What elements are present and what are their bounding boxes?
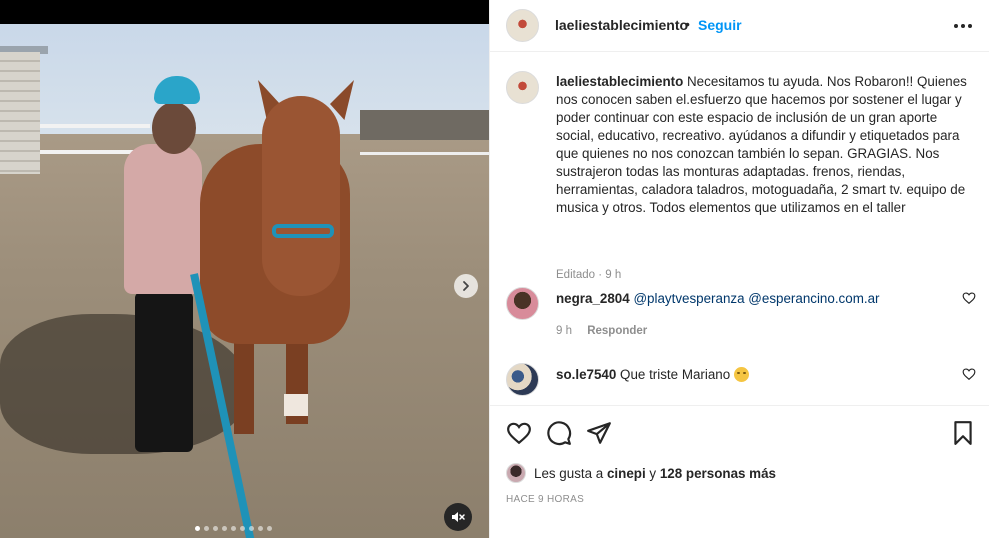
author-avatar[interactable] bbox=[506, 9, 539, 42]
carousel-dot bbox=[213, 526, 218, 531]
carousel-dot bbox=[267, 526, 272, 531]
carousel-dot bbox=[249, 526, 254, 531]
post-media-video[interactable] bbox=[0, 24, 489, 538]
heart-icon[interactable] bbox=[506, 420, 532, 446]
comment-text: negra_2804 @playtvesperanza @esperancino… bbox=[556, 291, 879, 306]
commenter-avatar[interactable] bbox=[506, 363, 539, 396]
share-icon[interactable] bbox=[586, 420, 612, 446]
media-shed bbox=[0, 52, 40, 174]
bookmark-icon[interactable] bbox=[950, 420, 976, 446]
more-icon bbox=[961, 24, 965, 28]
caption-meta: Editado · 9 h bbox=[556, 269, 621, 281]
separator-dot: • bbox=[685, 16, 690, 32]
liker-avatar[interactable] bbox=[506, 463, 526, 483]
carousel-dot bbox=[240, 526, 245, 531]
media-halter bbox=[272, 224, 334, 238]
comments-list[interactable]: laeliestablecimiento Necesitamos tu ayud… bbox=[490, 53, 989, 405]
comment-text: so.le7540 Que triste Mariano bbox=[556, 367, 749, 382]
more-options-button[interactable] bbox=[952, 16, 974, 36]
chevron-right-icon bbox=[463, 281, 469, 291]
comment-body: Que triste Mariano bbox=[620, 367, 731, 382]
comment-item: negra_2804 @playtvesperanza @esperancino… bbox=[506, 287, 976, 337]
meta-dot: · bbox=[598, 269, 603, 281]
media-horse-head bbox=[262, 96, 340, 296]
comment-like-heart-icon[interactable] bbox=[962, 367, 976, 381]
likes-prefix: Les gusta a bbox=[534, 465, 604, 481]
reply-button[interactable]: Responder bbox=[587, 325, 647, 337]
comment-icon[interactable] bbox=[546, 420, 572, 446]
likes-conj: y bbox=[649, 465, 657, 481]
post-actions: Les gusta a cinepi y 128 personas más HA… bbox=[490, 405, 989, 538]
edited-label: Editado bbox=[556, 269, 596, 281]
speaker-muted-icon bbox=[452, 512, 465, 522]
caption-time[interactable]: 9 h bbox=[605, 269, 621, 281]
media-fence-right bbox=[360, 152, 489, 168]
caption-author-avatar[interactable] bbox=[506, 71, 539, 104]
author-username[interactable]: laeliestablecimiento bbox=[555, 17, 688, 33]
media-building bbox=[360, 110, 489, 140]
media-horse-sock bbox=[284, 394, 308, 416]
carousel-dot bbox=[231, 526, 236, 531]
caption-text: laeliestablecimiento Necesitamos tu ayud… bbox=[556, 73, 976, 217]
caption-body: Necesitamos tu ayuda. Nos Robaron!! Quie… bbox=[556, 74, 967, 215]
carousel-dot bbox=[195, 526, 200, 531]
likes-others[interactable]: 128 personas más bbox=[660, 466, 776, 481]
comment-meta: 9 h Responder bbox=[556, 325, 647, 337]
commenter-avatar[interactable] bbox=[506, 287, 539, 320]
comment-time[interactable]: 9 h bbox=[556, 325, 572, 337]
sad-face-emoji-icon bbox=[733, 367, 749, 382]
liker-username[interactable]: cinepi bbox=[607, 466, 646, 481]
media-person-legs bbox=[135, 292, 193, 452]
comment-like-heart-icon[interactable] bbox=[962, 291, 976, 305]
more-icon bbox=[954, 24, 958, 28]
media-person-body bbox=[124, 144, 202, 294]
likes-summary[interactable]: Les gusta a cinepi y 128 personas más bbox=[506, 462, 776, 484]
comment-username[interactable]: negra_2804 bbox=[556, 291, 630, 306]
carousel-dot bbox=[222, 526, 227, 531]
carousel-dot bbox=[204, 526, 209, 531]
mute-button[interactable] bbox=[444, 503, 472, 531]
comment-item: so.le7540 Que triste Mariano bbox=[506, 363, 976, 405]
carousel-next-button[interactable] bbox=[454, 274, 478, 298]
carousel-dot bbox=[258, 526, 263, 531]
more-icon bbox=[968, 24, 972, 28]
caption-username[interactable]: laeliestablecimiento bbox=[556, 74, 683, 89]
media-person-head bbox=[152, 102, 196, 154]
comment-mention[interactable]: @esperancino.com.ar bbox=[748, 291, 879, 306]
comment-username[interactable]: so.le7540 bbox=[556, 367, 616, 382]
comment-mention[interactable]: @playtvesperanza bbox=[633, 291, 744, 306]
post-time-ago[interactable]: HACE 9 HORAS bbox=[506, 494, 584, 505]
post-side-panel: laeliestablecimiento • Seguir laeliestab… bbox=[489, 0, 989, 538]
post-header: laeliestablecimiento • Seguir bbox=[490, 0, 989, 52]
media-top-bar bbox=[0, 0, 489, 24]
follow-button[interactable]: Seguir bbox=[698, 17, 742, 33]
carousel-dots bbox=[195, 526, 272, 532]
